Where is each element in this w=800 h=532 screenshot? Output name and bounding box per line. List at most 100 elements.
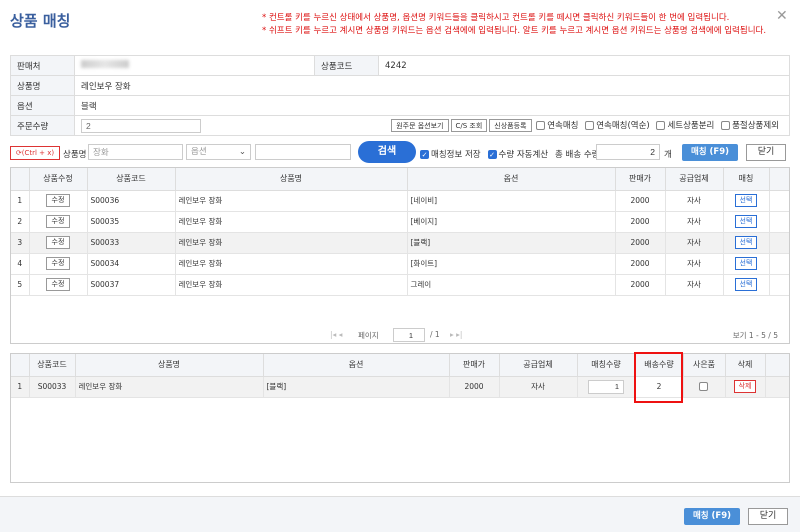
col-match: 매칭 <box>723 168 770 191</box>
col-price: 판매가 <box>615 168 666 191</box>
supplier-cell: 자사 <box>665 253 724 275</box>
name-cell: 레인보우 장화 <box>75 376 264 398</box>
save-match-checkbox[interactable]: ✓ <box>420 149 429 159</box>
edit-button[interactable]: 수정 <box>46 278 70 291</box>
save-match-group: ✓ 매칭정보 저장 ✓ 수량 자동계산 총 배송 수량 <box>420 148 604 160</box>
select-button[interactable]: 선택 <box>735 236 757 249</box>
chevron-down-icon: ⌄ <box>238 147 246 157</box>
search-button[interactable]: 검색 <box>358 141 416 163</box>
result-row[interactable]: 1 수정 S00036 레인보우 장화 [네이비] 2000 자사 선택 <box>11 190 789 212</box>
select-cell: 선택 <box>723 232 770 254</box>
col-code: 상품코드 <box>87 168 176 191</box>
reset-button[interactable]: ⟳(Ctrl + x) <box>10 146 60 160</box>
close-icon[interactable]: ✕ <box>776 8 788 24</box>
new-product-button[interactable]: 신상품등록 <box>489 119 532 132</box>
edit-button[interactable]: 수정 <box>46 236 70 249</box>
select-cell: 선택 <box>723 211 770 233</box>
continuous-reverse-label: 연속매칭(역순) <box>596 121 650 131</box>
set-split-label: 세트상품분리 <box>667 121 715 131</box>
row-number: 1 <box>11 190 30 212</box>
spacer-cell <box>765 376 789 398</box>
edit-button[interactable]: 수정 <box>46 194 70 207</box>
match-button-bottom[interactable]: 매칭 (F9) <box>684 508 740 525</box>
option-search-input[interactable] <box>255 144 351 160</box>
m-col-gift: 사은품 <box>683 354 726 377</box>
product-name-label: 상품명 <box>10 75 75 96</box>
total-qty-label: 총 배송 수량 <box>555 150 600 160</box>
product-name-value: 레인보우 장화 <box>74 75 790 96</box>
page-input[interactable] <box>393 328 425 342</box>
option-select[interactable]: 옵션 ⌄ <box>186 144 251 160</box>
m-col-supplier: 공급업체 <box>499 354 578 377</box>
results-body: 1 수정 S00036 레인보우 장화 [네이비] 2000 자사 선택 2 수정 S00035 레인… <box>11 190 789 296</box>
pager: |◂ ◂ 페이지 / 1 ▸ ▸| 보기 1 - 5 / 5 <box>10 327 790 344</box>
gift-checkbox[interactable] <box>698 382 708 392</box>
delete-button[interactable]: 삭제 <box>734 380 756 393</box>
code-cell: S00034 <box>87 253 176 275</box>
continuous-match-checkbox[interactable] <box>536 120 546 130</box>
blurred-seller <box>81 60 129 68</box>
match-button-top[interactable]: 매칭 (F9) <box>682 144 738 161</box>
select-button[interactable]: 선택 <box>735 257 757 270</box>
m-col-match-qty: 매칭수량 <box>577 354 636 377</box>
edit-cell: 수정 <box>29 253 88 275</box>
m-col-option: 옵션 <box>263 354 450 377</box>
set-split-checkbox[interactable] <box>656 120 666 130</box>
result-row[interactable]: 4 수정 S00034 레인보우 장화 [화이트] 2000 자사 선택 <box>11 253 789 275</box>
code-cell: S00036 <box>87 190 176 212</box>
dialog-title: 상품 매칭 <box>10 12 71 30</box>
select-button[interactable]: 선택 <box>735 278 757 291</box>
results-panel: 상품수정 상품코드 상품명 옵션 판매가 공급업체 매칭 1 수정 S00036 레인… <box>10 167 790 344</box>
gift-cell <box>683 376 726 398</box>
close-button-top[interactable]: 닫기 <box>746 144 786 161</box>
price-cell: 2000 <box>449 376 500 398</box>
row-number: 5 <box>11 274 30 296</box>
option-cell: 그레이 <box>407 274 616 296</box>
result-row[interactable]: 3 수정 S00033 레인보우 장화 [블랙] 2000 자사 선택 <box>11 232 789 254</box>
soldout-exclude-checkbox[interactable] <box>721 120 731 130</box>
edit-button[interactable]: 수정 <box>46 257 70 270</box>
total-qty-input[interactable] <box>596 144 660 160</box>
pager-next-icons[interactable]: ▸ ▸| <box>450 330 462 339</box>
row-number: 2 <box>11 211 30 233</box>
continuous-reverse-checkbox[interactable] <box>585 120 595 130</box>
seller-value <box>74 55 315 76</box>
edit-button[interactable]: 수정 <box>46 215 70 228</box>
unit-label: 개 <box>664 150 672 160</box>
continuous-match-label: 연속매칭 <box>547 121 579 131</box>
search-product-label: 상품명 <box>63 150 87 160</box>
match-qty-input[interactable] <box>588 379 624 394</box>
search-product-input[interactable] <box>88 144 183 160</box>
edit-cell: 수정 <box>29 211 88 233</box>
supplier-cell: 자사 <box>665 274 724 296</box>
select-button[interactable]: 선택 <box>735 194 757 207</box>
supplier-cell: 자사 <box>499 376 578 398</box>
original-option-button[interactable]: 원주문 옵션보기 <box>391 119 449 132</box>
name-cell: 레인보우 장화 <box>175 253 408 275</box>
spacer-cell <box>769 253 789 275</box>
close-button-bottom[interactable]: 닫기 <box>748 508 788 525</box>
result-row[interactable]: 5 수정 S00037 레인보우 장화 그레이 2000 자사 선택 <box>11 274 789 296</box>
option-label: 옵션 <box>10 95 75 116</box>
option-value: 블랙 <box>74 95 790 116</box>
order-qty-input[interactable] <box>81 118 201 133</box>
m-col-price: 판매가 <box>449 354 500 377</box>
m-col-code: 상품코드 <box>29 354 76 377</box>
select-button[interactable]: 선택 <box>735 215 757 228</box>
pager-prev-icons[interactable]: |◂ ◂ <box>330 330 342 339</box>
option-cell: [네이비] <box>407 190 616 212</box>
product-code-label: 상품코드 <box>314 55 379 76</box>
supplier-cell: 자사 <box>665 232 724 254</box>
spacer-cell <box>769 190 789 212</box>
name-cell: 레인보우 장화 <box>175 232 408 254</box>
order-actions: 원주문 옵션보기 C/S 조회 신상품등록 연속매칭 연속매칭(역순) 세트상품분리… <box>314 115 790 136</box>
col-name: 상품명 <box>175 168 408 191</box>
auto-qty-checkbox[interactable]: ✓ <box>487 149 497 159</box>
auto-qty-label: 수량 자동계산 <box>498 150 549 160</box>
col-supplier: 공급업체 <box>665 168 724 191</box>
save-match-label: 매칭정보 저장 <box>431 150 481 160</box>
result-row[interactable]: 2 수정 S00035 레인보우 장화 [베이지] 2000 자사 선택 <box>11 211 789 233</box>
cs-lookup-button[interactable]: C/S 조회 <box>450 119 488 132</box>
name-cell: 레인보우 장화 <box>175 211 408 233</box>
footer-bar: 매칭 (F9) 닫기 <box>0 496 800 532</box>
